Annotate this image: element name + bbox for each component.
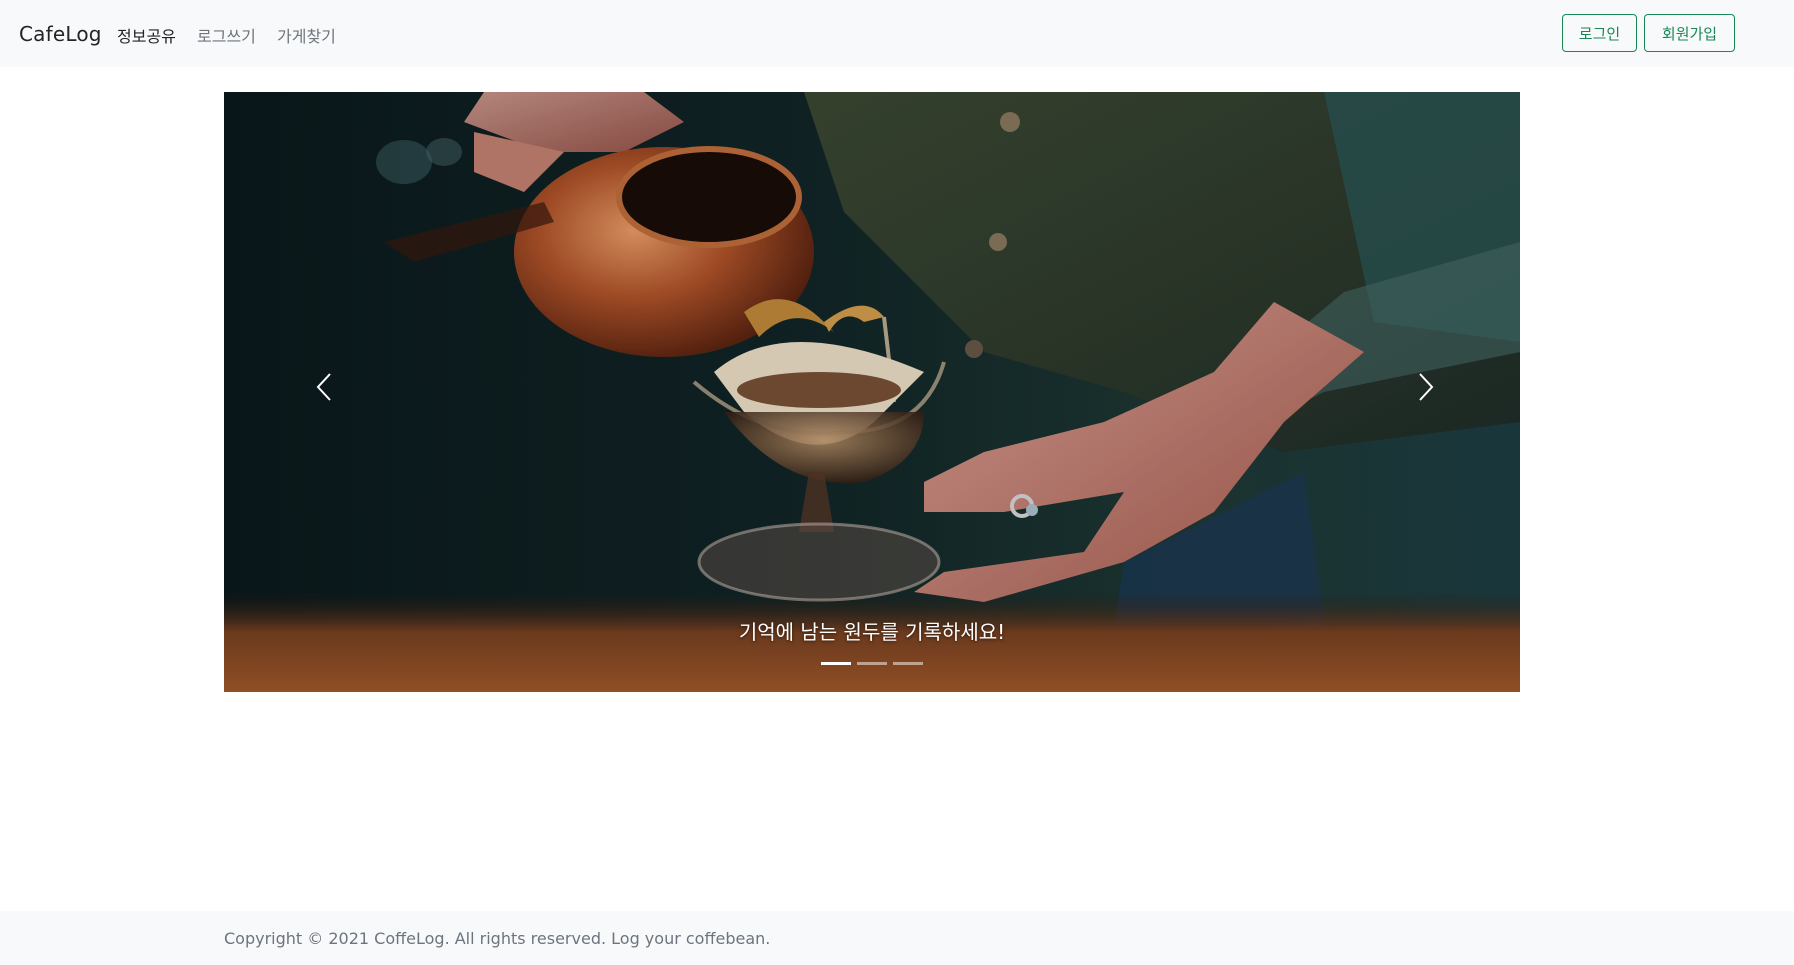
nav-link-write-log[interactable]: 로그쓰기 [197, 23, 256, 47]
carousel-indicators [224, 662, 1520, 665]
carousel-prev-button[interactable] [294, 347, 354, 427]
carousel-indicator-2[interactable] [857, 662, 887, 665]
hero-image-coffee-pour [224, 92, 1520, 692]
login-button[interactable]: 로그인 [1562, 14, 1637, 52]
carousel-indicator-3[interactable] [893, 662, 923, 665]
carousel-next-button[interactable] [1396, 347, 1456, 427]
hero-carousel: 기억에 남는 원두를 기록하세요! [224, 92, 1520, 692]
nav-link-info-share[interactable]: 정보공유 [117, 23, 176, 47]
brand-logo[interactable]: CafeLog [19, 22, 102, 46]
nav-link-find-store[interactable]: 가게찾기 [277, 23, 336, 47]
signup-button[interactable]: 회원가입 [1644, 14, 1735, 52]
footer: Copyright © 2021 CoffeLog. All rights re… [0, 911, 1794, 965]
navbar: CafeLog 정보공유 로그쓰기 가게찾기 로그인 회원가입 [0, 0, 1794, 67]
carousel-caption: 기억에 남는 원두를 기록하세요! [738, 620, 1006, 644]
chevron-left-icon [316, 373, 331, 401]
carousel-indicator-1[interactable] [821, 662, 851, 665]
chevron-right-icon [1419, 373, 1434, 401]
footer-copyright: Copyright © 2021 CoffeLog. All rights re… [224, 929, 771, 948]
